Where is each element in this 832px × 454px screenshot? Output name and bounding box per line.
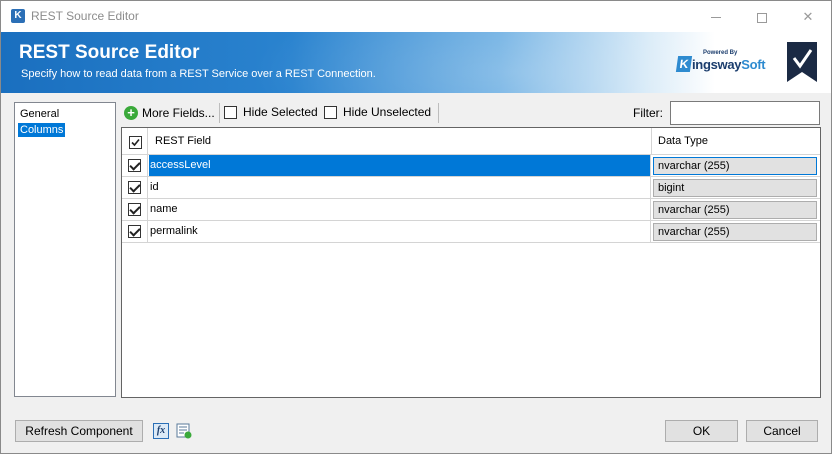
dialog-window: K REST Source Editor ✕ REST Source Edito… bbox=[0, 0, 832, 454]
more-fields-button[interactable]: + More Fields... bbox=[124, 104, 215, 122]
hide-selected-checkbox[interactable]: Hide Selected bbox=[224, 105, 318, 119]
data-type-cell[interactable]: nvarchar (255) bbox=[653, 223, 817, 241]
logo-word-soft: Soft bbox=[741, 57, 766, 72]
ok-button[interactable]: OK bbox=[665, 420, 738, 442]
close-icon: ✕ bbox=[802, 9, 814, 24]
table-row[interactable]: accessLevel nvarchar (255) bbox=[122, 155, 820, 177]
minimize-button[interactable] bbox=[693, 1, 739, 32]
header-banner: REST Source Editor Specify how to read d… bbox=[1, 32, 831, 93]
row-checkbox[interactable] bbox=[128, 225, 141, 238]
app-icon: K bbox=[11, 9, 25, 23]
banner-title: REST Source Editor bbox=[19, 42, 200, 63]
logo-wordmark: ingswaySoft bbox=[692, 57, 766, 72]
row-check-cell bbox=[122, 155, 148, 176]
row-checkbox[interactable] bbox=[128, 159, 141, 172]
select-all-checkbox[interactable] bbox=[129, 136, 142, 149]
rest-field-cell[interactable]: name bbox=[149, 199, 651, 220]
toolbar-divider bbox=[438, 103, 439, 123]
minimize-icon bbox=[711, 17, 721, 19]
variables-icon[interactable] bbox=[176, 423, 192, 439]
filter-input[interactable] bbox=[670, 101, 820, 125]
add-icon: + bbox=[124, 106, 138, 120]
row-checkbox[interactable] bbox=[128, 181, 141, 194]
column-header-rest-field[interactable]: REST Field bbox=[155, 135, 211, 147]
rest-field-cell[interactable]: accessLevel bbox=[149, 155, 651, 176]
close-button[interactable]: ✕ bbox=[785, 1, 831, 32]
grid-header: REST Field Data Type bbox=[122, 128, 820, 155]
checkmark-icon bbox=[131, 138, 140, 147]
refresh-component-button[interactable]: Refresh Component bbox=[15, 420, 143, 442]
toolbar-divider bbox=[219, 103, 220, 123]
table-row[interactable]: name nvarchar (255) bbox=[122, 199, 820, 221]
more-fields-label: More Fields... bbox=[142, 106, 215, 120]
cancel-button[interactable]: Cancel bbox=[746, 420, 818, 442]
header-divider bbox=[147, 128, 148, 155]
data-type-cell[interactable]: nvarchar (255) bbox=[653, 157, 817, 175]
data-type-cell[interactable]: bigint bbox=[653, 179, 817, 197]
hide-unselected-checkbox[interactable]: Hide Unselected bbox=[324, 105, 431, 119]
logo-word-main: ingsway bbox=[692, 57, 742, 72]
logo-k-mark: K bbox=[675, 56, 693, 72]
maximize-icon bbox=[757, 12, 767, 23]
nav-item-columns[interactable]: Columns bbox=[18, 123, 66, 137]
logo-powered-by: Powered By bbox=[703, 50, 738, 56]
hide-unselected-box[interactable] bbox=[324, 105, 337, 119]
row-check-cell bbox=[122, 199, 148, 220]
columns-grid: REST Field Data Type accessLevel nvarcha… bbox=[121, 127, 821, 398]
row-check-cell bbox=[122, 221, 148, 242]
title-bar: K REST Source Editor ✕ bbox=[1, 1, 831, 32]
expression-fx-icon[interactable]: fx bbox=[153, 423, 169, 439]
row-checkbox[interactable] bbox=[128, 203, 141, 216]
hide-unselected-label: Hide Unselected bbox=[343, 105, 432, 119]
window-title: REST Source Editor bbox=[31, 9, 139, 23]
table-row[interactable]: id bigint bbox=[122, 177, 820, 199]
left-navigation: General Columns bbox=[14, 102, 116, 397]
rest-field-cell[interactable]: id bbox=[149, 177, 651, 198]
column-header-data-type[interactable]: Data Type bbox=[658, 135, 708, 147]
hide-selected-box[interactable] bbox=[224, 105, 237, 119]
maximize-button[interactable] bbox=[739, 1, 785, 32]
banner-subtitle: Specify how to read data from a REST Ser… bbox=[21, 68, 376, 80]
nav-item-general[interactable]: General bbox=[18, 107, 61, 121]
hide-selected-label: Hide Selected bbox=[243, 105, 318, 119]
rest-field-cell[interactable]: permalink bbox=[149, 221, 651, 242]
row-check-cell bbox=[122, 177, 148, 198]
table-row[interactable]: permalink nvarchar (255) bbox=[122, 221, 820, 243]
columns-toolbar: + More Fields... Hide Selected Hide Unse… bbox=[121, 101, 821, 125]
verified-badge-icon bbox=[787, 42, 817, 82]
data-type-cell[interactable]: nvarchar (255) bbox=[653, 201, 817, 219]
filter-label: Filter: bbox=[633, 106, 663, 120]
kingswaysoft-logo: Powered By K ingswaySoft bbox=[675, 50, 767, 80]
header-divider bbox=[651, 128, 652, 155]
